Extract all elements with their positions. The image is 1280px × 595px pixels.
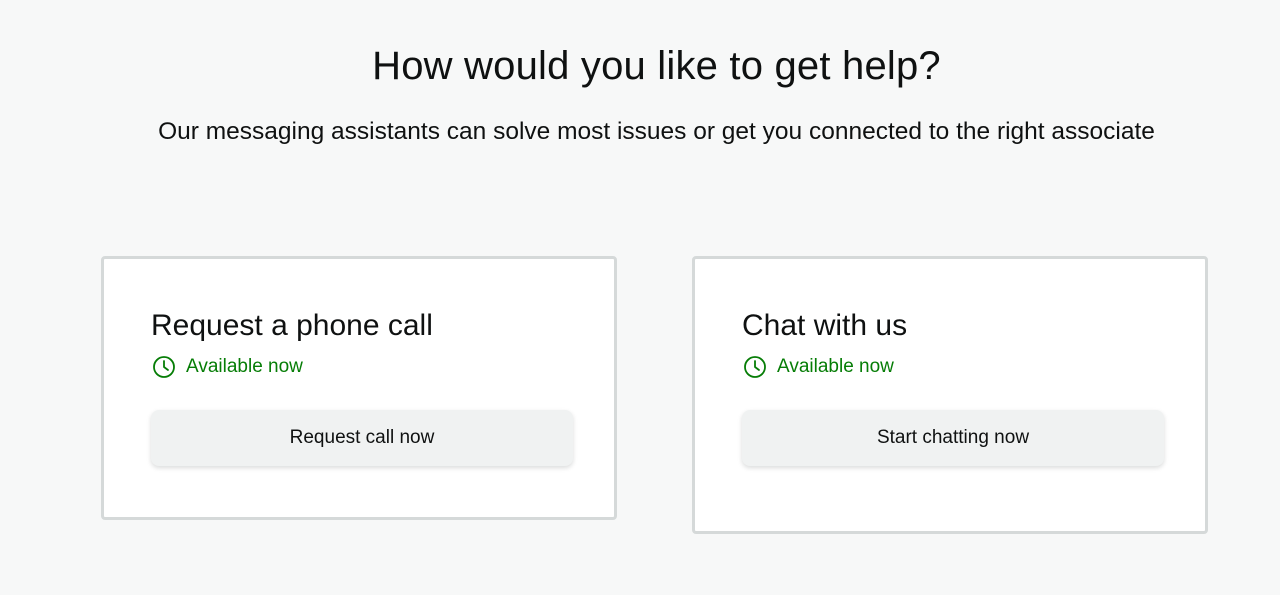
clock-icon — [743, 355, 767, 379]
chat-availability: Available now — [743, 355, 894, 379]
chat-card-title: Chat with us — [742, 309, 908, 342]
phone-call-availability: Available now — [152, 355, 303, 379]
availability-text: Available now — [186, 356, 303, 377]
request-call-button[interactable]: Request call now — [151, 410, 573, 466]
clock-icon — [152, 355, 176, 379]
phone-call-card: Request a phone call Available now Reque… — [101, 256, 617, 520]
page-title: How would you like to get help? — [372, 44, 941, 88]
phone-call-card-title: Request a phone call — [151, 309, 433, 342]
chat-card: Chat with us Available now Start chattin… — [692, 256, 1208, 534]
availability-text: Available now — [777, 356, 894, 377]
start-chatting-button[interactable]: Start chatting now — [742, 410, 1164, 466]
page-subtitle: Our messaging assistants can solve most … — [158, 118, 1155, 145]
